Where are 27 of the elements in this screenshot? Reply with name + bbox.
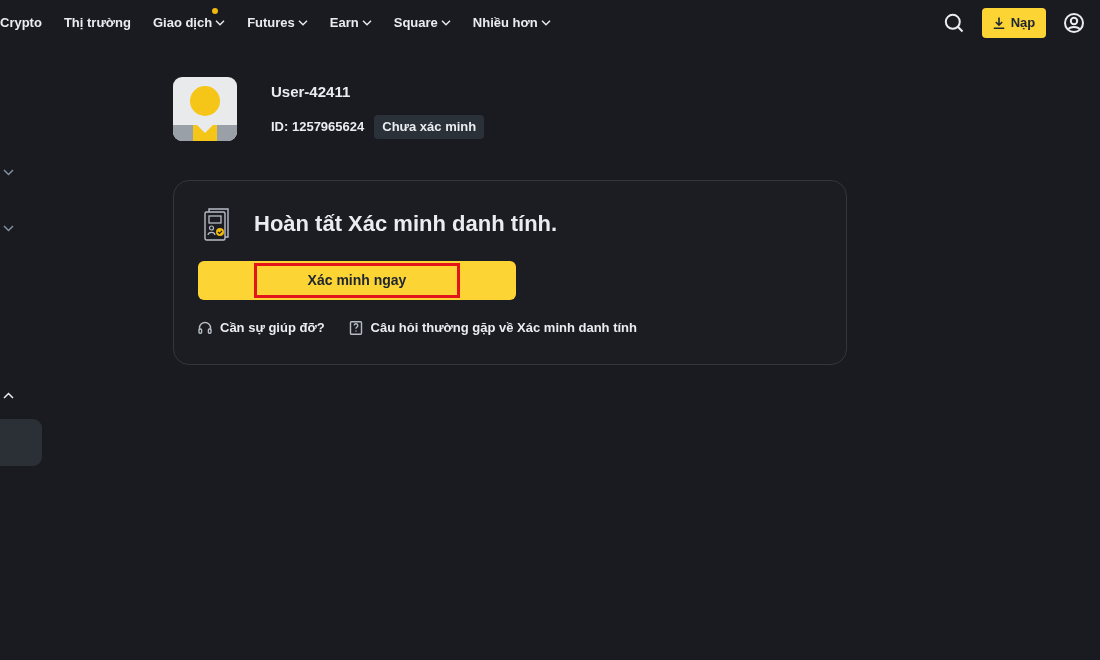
- help-link[interactable]: Câu hỏi thường gặp về Xác minh danh tính: [370, 318, 637, 338]
- account-button[interactable]: [1064, 12, 1084, 33]
- verify-now-button[interactable]: Xác minh ngay: [198, 261, 516, 300]
- search-button[interactable]: [944, 12, 964, 33]
- nav-link[interactable]: Earn: [329, 12, 372, 33]
- nav-link[interactable]: Crypto: [0, 12, 42, 33]
- nav-link[interactable]: Nhiều hơn: [472, 12, 551, 33]
- status-badge: Chưa xác minh: [374, 115, 485, 139]
- download-icon: [992, 16, 1005, 29]
- user-id: ID: 1257965624: [271, 118, 365, 137]
- search-icon: [944, 12, 964, 33]
- headset-icon: [198, 320, 212, 335]
- help-link[interactable]: Cần sự giúp đỡ?: [220, 318, 325, 338]
- chevron-down-icon[interactable]: [3, 224, 14, 232]
- nav-link[interactable]: Square: [393, 12, 451, 33]
- nav-link[interactable]: Futures: [247, 12, 308, 33]
- card-title: Hoàn tất Xác minh danh tính.: [254, 211, 558, 238]
- chevron-up-icon[interactable]: [3, 391, 14, 399]
- question-book-icon: [348, 320, 363, 335]
- avatar: [173, 77, 237, 141]
- deposit-button[interactable]: Nạp: [982, 7, 1046, 38]
- username: User-42411: [271, 83, 352, 101]
- user-circle-icon: [1064, 12, 1084, 33]
- nav-link[interactable]: Thị trường: [63, 12, 131, 33]
- nav-link[interactable]: Giao dịch: [152, 12, 226, 33]
- id-document-icon: [204, 208, 232, 241]
- chevron-down-icon[interactable]: [3, 168, 14, 176]
